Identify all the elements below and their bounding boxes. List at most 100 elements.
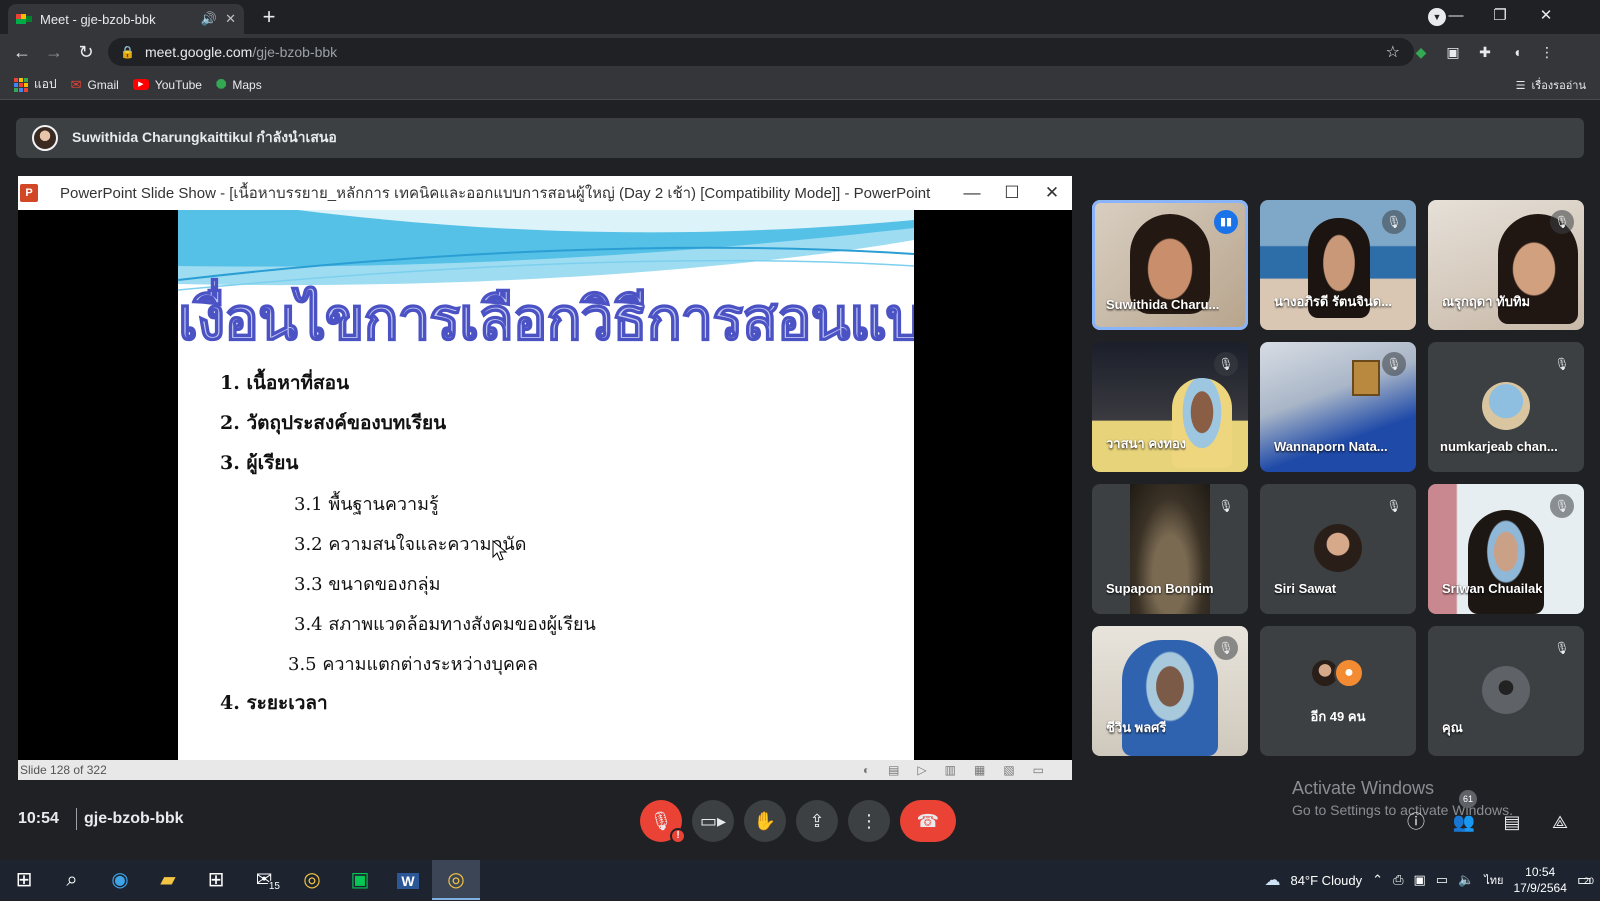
raise-hand-button[interactable]: ✋	[744, 800, 786, 842]
cloud-icon[interactable]: ☁	[1264, 870, 1280, 890]
reading-list-icon: ☰	[1515, 79, 1526, 92]
file-explorer-button[interactable]: ▰	[144, 860, 192, 900]
ppt-window-title: PowerPoint Slide Show - [เนื้อหาบรรยาย_ห…	[60, 185, 931, 202]
camera-toggle-button[interactable]: ▭▸	[692, 800, 734, 842]
extension-shield-icon[interactable]: ◆	[1412, 43, 1430, 61]
participant-tile[interactable]: 🎙 นางอภิรดี รัตนจินด...	[1260, 200, 1416, 330]
chat-icon[interactable]: ▤	[1498, 808, 1526, 836]
bookmark-gmail[interactable]: ✉ Gmail	[71, 77, 119, 93]
slide: เงื่อนไขการเลือกวิธีการสอนแบบต่างๆ 1. เน…	[178, 210, 914, 760]
notifications-button[interactable]: ▭ 20	[1577, 870, 1594, 890]
participant-video	[1468, 510, 1544, 614]
bookmark-star-icon[interactable]: ☆	[1386, 42, 1400, 62]
ppt-minimize-icon: —	[963, 183, 981, 202]
browser-tab[interactable]: Meet - gje-bzob-bbk 🔊 ✕	[8, 4, 244, 34]
bookmark-label: YouTube	[154, 77, 202, 92]
clock[interactable]: 10:54 17/9/2564	[1513, 864, 1566, 896]
slide-item: 1. เนื้อหาที่สอน	[220, 372, 350, 394]
more-participants-tile[interactable]: ● อีก 49 คน	[1260, 626, 1416, 756]
start-button[interactable]: ⊞	[0, 860, 48, 900]
input-language[interactable]: ไทย	[1484, 871, 1503, 889]
slide-counter: Slide 128 of 322	[20, 763, 107, 777]
bookmark-youtube[interactable]: ▶ YouTube	[132, 77, 202, 92]
presenter-banner: Suwithida Charungkaittikul กำลังนำเสนอ	[16, 118, 1584, 158]
restore-button[interactable]: ❐	[1478, 2, 1522, 30]
activities-icon[interactable]: ⟁	[1546, 808, 1574, 836]
ppt-view-icons: ◐▤▷▥▦▧▭	[862, 763, 1062, 777]
present-screen-icon: ⇪	[809, 811, 825, 831]
participant-tile[interactable]: 🎙 numkarjeab chan...	[1428, 342, 1584, 472]
edge-button[interactable]: ◉	[96, 860, 144, 900]
lock-icon[interactable]: 🔒	[120, 45, 135, 59]
participant-avatar	[1482, 382, 1530, 430]
mic-toggle-button[interactable]: 🎙 !	[640, 800, 686, 844]
volume-icon[interactable]: 🔈	[1458, 872, 1474, 888]
address-bar[interactable]: 🔒 meet.google.com/gje-bzob-bbk ☆	[108, 38, 1414, 66]
store-button[interactable]: ⊞	[192, 860, 240, 900]
mic-off-icon: 🎙	[1214, 494, 1238, 518]
bookmark-maps[interactable]: ⯃ Maps	[216, 77, 262, 93]
printer-icon[interactable]: ⎙	[1393, 872, 1403, 888]
minimize-button[interactable]: —	[1434, 2, 1478, 30]
slide-subitem: 3.5 ความแตกต่างระหว่างบุคคล	[288, 654, 538, 675]
more-options-button[interactable]: ⋮	[848, 800, 890, 842]
participant-tile[interactable]: 🎙 ชีวิน พลศรี	[1092, 626, 1248, 756]
participant-tile[interactable]: ▮▮ Suwithida Charu...	[1092, 200, 1248, 330]
line-button[interactable]: ▣	[336, 860, 384, 900]
url-path: /gje-bzob-bbk	[252, 44, 338, 60]
forward-icon[interactable]: →	[42, 40, 66, 64]
bookmarks-bar: แอป ✉ Gmail ▶ YouTube ⯃ Maps	[0, 70, 1600, 100]
mail-button[interactable]: ✉ 15	[240, 860, 288, 900]
activate-windows-title: Activate Windows	[1292, 778, 1435, 798]
participant-tile[interactable]: 🎙 Supapon Bonpim	[1092, 484, 1248, 614]
chevron-up-icon[interactable]: ⌃	[1372, 872, 1383, 888]
slide-subitem: 3.1 พื้นฐานความรู้	[294, 494, 439, 515]
participant-name: Wannaporn Nata...	[1274, 439, 1388, 454]
weather-text[interactable]: 84°F Cloudy	[1290, 873, 1362, 888]
new-tab-button[interactable]: +	[256, 6, 282, 30]
extensions-puzzle-icon[interactable]: ✚	[1476, 43, 1494, 61]
chrome-menu-icon[interactable]: ⋮	[1538, 43, 1556, 61]
participant-tile[interactable]: 🎙 Wannaporn Nata...	[1260, 342, 1416, 472]
participant-name: วาสนา คงทอง	[1106, 436, 1187, 451]
profile-icon[interactable]: ◖	[1508, 43, 1526, 61]
device-icon[interactable]: ▣	[1413, 872, 1425, 888]
participant-tile[interactable]: 🎙 Siri Sawat	[1260, 484, 1416, 614]
search-button[interactable]: ⌕	[48, 860, 96, 900]
mic-off-icon: 🎙	[1382, 352, 1406, 376]
slide-title: เงื่อนไขการเลือกวิธีการสอนแบบต่างๆ	[178, 284, 914, 354]
url-host: meet.google.com	[144, 44, 253, 60]
ppt-close-icon: ✕	[1044, 183, 1060, 202]
people-icon[interactable]: 👥	[1450, 808, 1478, 836]
network-icon[interactable]: ▭	[1436, 872, 1448, 888]
mail-count-badge: 15	[266, 880, 282, 894]
participant-tile-self[interactable]: 🎙 คุณ	[1428, 626, 1584, 756]
divider	[76, 808, 77, 830]
back-icon[interactable]: ←	[10, 40, 34, 64]
participant-name: Suwithida Charu...	[1106, 297, 1220, 312]
speaker-icon[interactable]: 🔊	[201, 11, 217, 27]
folder-icon: ▰	[160, 869, 176, 891]
word-icon: W	[397, 873, 419, 889]
chrome-button[interactable]: ◎	[288, 860, 336, 900]
leave-call-button[interactable]: ☎	[900, 800, 956, 842]
clock-date: 17/9/2564	[1513, 881, 1567, 895]
chrome-active-button[interactable]: ◎	[432, 860, 480, 900]
participant-tile[interactable]: 🎙 ณรุกฤดา ทับทิม	[1428, 200, 1584, 330]
participant-tile[interactable]: 🎙 Sriwan Chuailak	[1428, 484, 1584, 614]
camera-icon: ▭▸	[699, 811, 727, 831]
close-tab-icon[interactable]: ✕	[225, 11, 236, 27]
word-button[interactable]: W	[384, 860, 432, 900]
extension-screen-icon[interactable]: ▣	[1444, 43, 1462, 61]
tab-title: Meet - gje-bzob-bbk	[40, 11, 156, 27]
participant-video	[1122, 640, 1218, 756]
present-now-button[interactable]: ⇪	[796, 800, 838, 842]
meeting-details-icon[interactable]: ⓘ	[1402, 808, 1430, 836]
participant-tile[interactable]: 🎙 วาสนา คงทอง	[1092, 342, 1248, 472]
participant-video	[1172, 378, 1232, 468]
reload-icon[interactable]: ↻	[74, 40, 98, 64]
close-window-button[interactable]: ✕	[1524, 2, 1568, 30]
clock-time: 10:54	[1525, 865, 1556, 879]
bookmark-apps[interactable]: แอป	[14, 75, 57, 94]
reading-list-button[interactable]: ☰ เรื่องรออ่าน	[1516, 76, 1586, 94]
